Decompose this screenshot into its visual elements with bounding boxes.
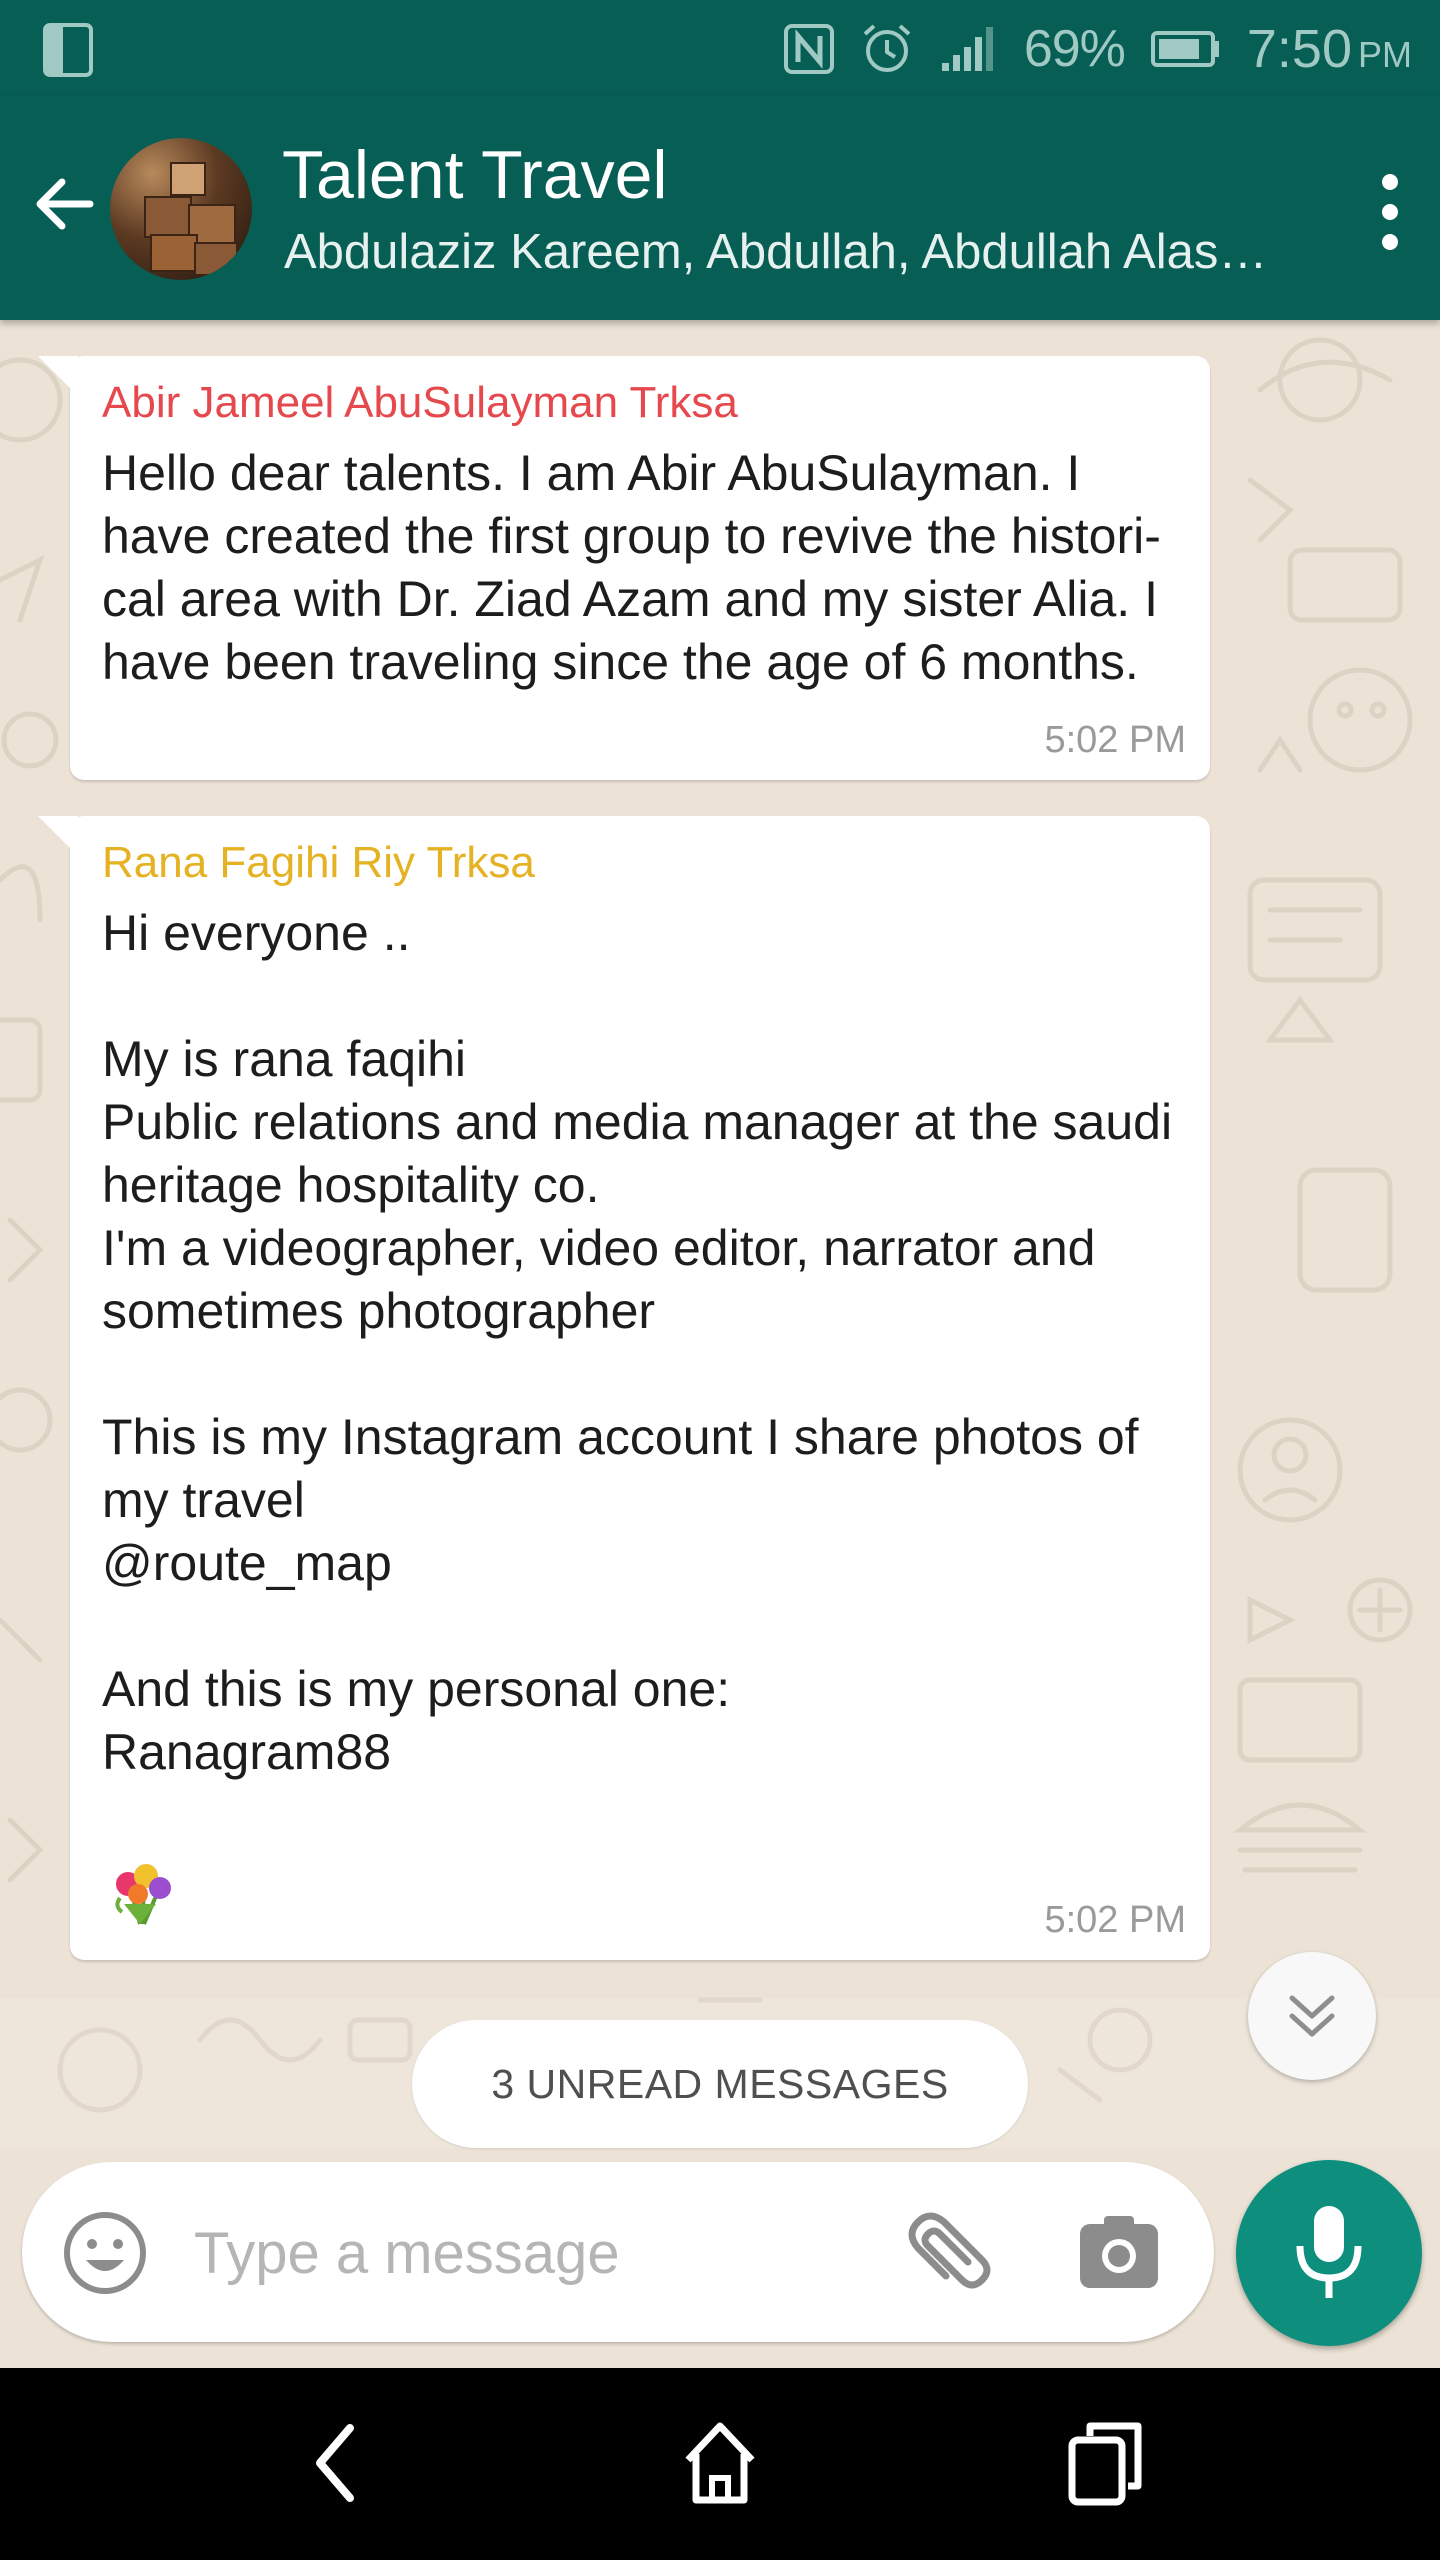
bubble-tail <box>38 356 78 396</box>
message-sender[interactable]: Abir Jameel AbuSulayman Trksa <box>102 378 1180 428</box>
message-sender[interactable]: Rana Fagihi Riy Trksa <box>102 838 1180 888</box>
clock-ampm: PM <box>1358 34 1412 75</box>
clock-time: 7:50 <box>1246 19 1352 79</box>
chat-participants[interactable]: Abdulaziz Kareem, Abdullah, Abdullah Ala… <box>284 224 1267 280</box>
bubble-tail <box>38 816 78 856</box>
attach-icon[interactable] <box>902 2206 998 2302</box>
bouquet-icon <box>115 1864 171 1925</box>
scroll-to-bottom-button[interactable] <box>1248 1952 1376 2080</box>
overflow-menu-icon[interactable] <box>1376 172 1404 252</box>
emoji-icon[interactable] <box>62 2210 148 2296</box>
message-text: Hi everyone .. My is rana faqihi Public … <box>102 905 1173 1780</box>
microphone-icon <box>1296 2206 1362 2298</box>
battery-icon <box>1150 31 1219 67</box>
chat-title[interactable]: Talent Travel <box>282 136 668 214</box>
chat-header: Talent Travel Abdulaziz Kareem, Abdullah… <box>0 96 1440 320</box>
double-chevron-down-icon <box>1289 1995 1335 2037</box>
nav-back-icon[interactable] <box>300 2420 372 2506</box>
voice-record-button[interactable] <box>1236 2160 1422 2346</box>
camera-icon[interactable] <box>1078 2214 1160 2292</box>
message-bubble[interactable]: Rana Fagihi Riy Trksa Hi everyone .. My … <box>38 816 1210 1960</box>
status-clock: 7:50 PM <box>1247 18 1412 80</box>
nfc-icon <box>783 24 834 74</box>
chat-area[interactable]: Abir Jameel AbuSulayman Trksa Hello dear… <box>0 320 1440 2368</box>
message-time: 5:02 PM <box>1044 1899 1186 1941</box>
battery-percent: 69% <box>1023 20 1126 78</box>
system-nav-bar <box>0 2368 1440 2560</box>
dual-window-icon <box>43 23 93 77</box>
message-text: Hello dear talents. I am Abir AbuSulayma… <box>102 445 1161 690</box>
message-time: 5:02 PM <box>1044 719 1186 761</box>
alarm-icon <box>863 24 911 72</box>
group-avatar[interactable] <box>110 138 252 280</box>
nav-recents-icon[interactable] <box>1064 2416 1146 2508</box>
back-arrow-icon[interactable] <box>28 168 100 240</box>
unread-messages-banner: 3 UNREAD MESSAGES <box>412 2020 1028 2148</box>
message-composer <box>22 2162 1214 2342</box>
message-bubble[interactable]: Abir Jameel AbuSulayman Trksa Hello dear… <box>38 356 1210 780</box>
signal-icon <box>941 27 993 71</box>
nav-home-icon[interactable] <box>680 2416 760 2508</box>
message-input[interactable] <box>192 2202 896 2304</box>
status-bar: 69% 7:50 PM <box>0 0 1440 96</box>
